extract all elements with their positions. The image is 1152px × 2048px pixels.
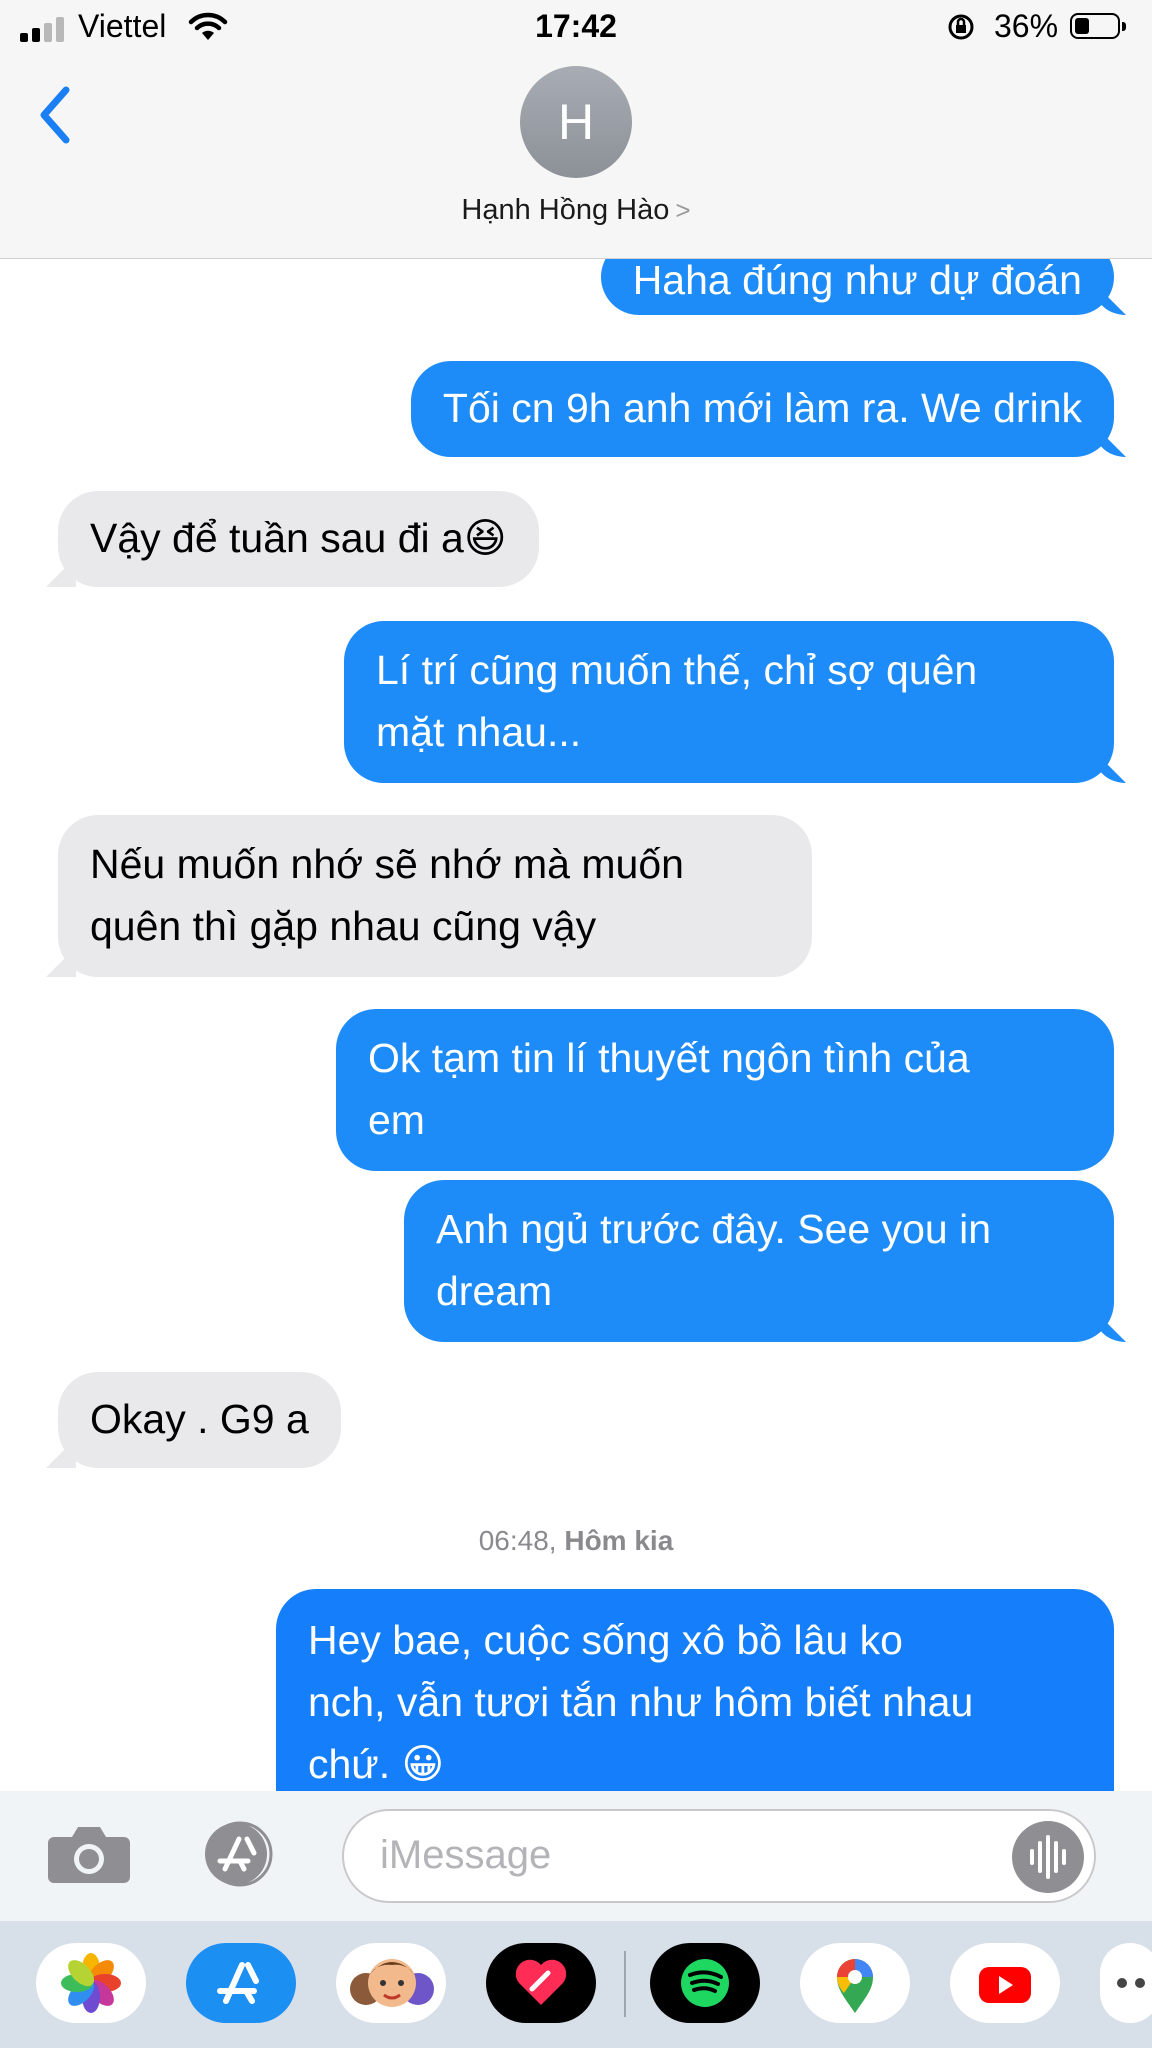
battery-percent: 36% xyxy=(994,8,1059,44)
chevron-right-icon: > xyxy=(675,195,691,225)
message-line: Lí trí cũng muốn thế, chỉ sợ quên xyxy=(376,647,978,693)
message-bubble-outgoing[interactable]: Haha đúng như dự đoán xyxy=(600,259,1114,315)
timestamp-time: 06:48, xyxy=(478,1525,557,1556)
message-bubble-outgoing[interactable]: Tối cn 9h anh mới làm ra. We drink xyxy=(410,361,1114,457)
message-line: chứ. 😀 xyxy=(308,1741,445,1787)
imessage-input[interactable]: iMessage xyxy=(342,1809,1096,1903)
memoji-app-icon[interactable] xyxy=(336,1943,446,2023)
app-drawer xyxy=(0,1921,1152,2048)
app-store-icon[interactable] xyxy=(196,1821,286,1887)
waveform-icon[interactable] xyxy=(1012,1821,1084,1893)
message-bubble-outgoing[interactable]: Hey bae, cuộc sống xô bồ lâu ko nch, vẫn… xyxy=(276,1589,1114,1791)
contact-name-button[interactable]: Hạnh Hồng Hào > xyxy=(0,194,1152,227)
message-line: Hey bae, cuộc sống xô bồ lâu ko xyxy=(308,1617,903,1663)
app-store-app-icon[interactable] xyxy=(186,1943,296,2023)
message-line: mặt nhau... xyxy=(376,709,582,755)
message-bubble-incoming[interactable]: Okay . G9 a xyxy=(58,1372,341,1468)
camera-icon[interactable] xyxy=(46,1823,132,1885)
message-bubble-incoming[interactable]: Nếu muốn nhớ sẽ nhớ mà muốn quên thì gặp… xyxy=(58,815,812,977)
message-line: em xyxy=(368,1097,425,1143)
status-bar: Viettel 17:42 36% xyxy=(0,0,1152,60)
message-text: Haha đúng như dự đoán xyxy=(632,259,1082,303)
message-line: Nếu muốn nhớ sẽ nhớ mà muốn xyxy=(90,841,684,887)
drawer-divider xyxy=(624,1951,626,2017)
message-bubble-incoming[interactable]: Vậy để tuần sau đi a😆 xyxy=(58,491,539,587)
google-maps-app-icon[interactable] xyxy=(800,1943,910,2023)
message-line: Ok tạm tin lí thuyết ngôn tình của xyxy=(368,1035,970,1081)
message-line: nch, vẫn tươi tắn như hôm biết nhau xyxy=(308,1679,974,1725)
message-line: dream xyxy=(436,1268,553,1314)
photos-app-icon[interactable] xyxy=(36,1943,146,2023)
contact-name: Hạnh Hồng Hào xyxy=(461,194,670,226)
digital-touch-app-icon[interactable] xyxy=(486,1943,596,2023)
composer-bar: iMessage xyxy=(0,1791,1152,1921)
spotify-app-icon[interactable] xyxy=(650,1943,760,2023)
timestamp-day: Hôm kia xyxy=(564,1525,674,1556)
chevron-left-icon[interactable] xyxy=(30,80,80,150)
message-text: Okay . G9 a xyxy=(90,1396,309,1442)
timestamp: 06:48, Hôm kia xyxy=(0,1525,1152,1557)
clock: 17:42 xyxy=(535,8,617,44)
message-bubble-outgoing[interactable]: Lí trí cũng muốn thế, chỉ sợ quên mặt nh… xyxy=(344,621,1114,783)
rotation-lock-icon xyxy=(948,14,974,40)
avatar[interactable]: H xyxy=(520,66,632,178)
message-line: quên thì gặp nhau cũng vậy xyxy=(90,903,597,949)
message-text: Tối cn 9h anh mới làm ra. We drink xyxy=(442,385,1082,431)
message-text: Vậy để tuần sau đi a😆 xyxy=(90,515,507,561)
message-line: Anh ngủ trước đây. See you in xyxy=(436,1206,992,1252)
input-placeholder: iMessage xyxy=(380,1833,552,1877)
message-bubble-outgoing[interactable]: Ok tạm tin lí thuyết ngôn tình của em xyxy=(336,1009,1114,1171)
message-thread[interactable]: Haha đúng như dự đoán Tối cn 9h anh mới … xyxy=(0,259,1152,1791)
youtube-app-icon[interactable] xyxy=(950,1943,1060,2023)
more-apps-icon[interactable] xyxy=(1100,1943,1152,2023)
message-bubble-outgoing[interactable]: Anh ngủ trước đây. See you in dream xyxy=(404,1180,1114,1342)
battery-icon xyxy=(1070,13,1126,39)
conversation-header: H Hạnh Hồng Hào > xyxy=(0,60,1152,259)
